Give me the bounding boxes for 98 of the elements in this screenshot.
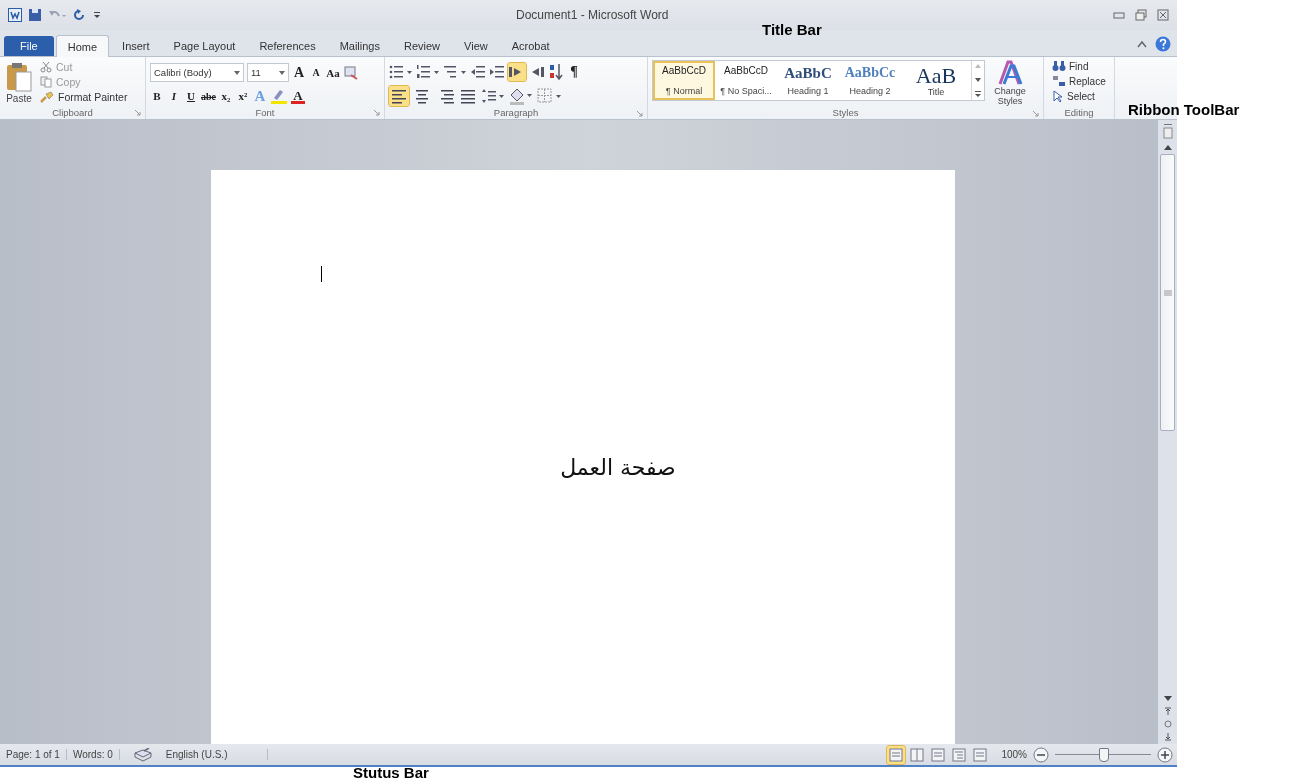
ribbon-tab[interactable]: Review <box>393 36 452 56</box>
editing-button[interactable]: Select <box>1052 90 1110 103</box>
dropdown-arrow-icon <box>279 70 285 75</box>
ribbon-tab[interactable]: Mailings <box>328 36 391 56</box>
format-button[interactable]: U <box>184 87 198 105</box>
line-spacing-icon[interactable] <box>481 88 505 104</box>
align-icon[interactable] <box>389 86 409 106</box>
group-title: Paragraph <box>493 107 539 118</box>
format-button[interactable]: B <box>150 87 164 105</box>
scissors-icon <box>40 61 52 73</box>
word-logo-icon[interactable] <box>8 8 22 22</box>
zoom-out-icon[interactable] <box>1033 746 1049 763</box>
text-cursor <box>321 266 322 282</box>
redo-icon[interactable] <box>72 8 86 22</box>
restore-icon[interactable] <box>1135 9 1147 21</box>
scroll-up-arrow-icon[interactable] <box>1162 143 1173 151</box>
shading-icon[interactable] <box>508 87 534 105</box>
dialog-launcher-icon[interactable] <box>636 110 643 117</box>
copy-icon <box>40 76 52 88</box>
minimize-icon[interactable] <box>1113 10 1125 20</box>
zoom-in-icon[interactable] <box>1157 746 1173 763</box>
annotation-label: Stutus Bar <box>353 764 429 781</box>
annotation-label: Title Bar <box>762 21 822 38</box>
multilevel-list-icon[interactable] <box>443 64 467 80</box>
change-styles-button[interactable]: Change Styles <box>989 60 1031 106</box>
language-indicator[interactable]: English (U.S.) <box>165 749 269 760</box>
group-title: Editing <box>1064 106 1094 118</box>
clear-formatting-icon[interactable] <box>343 64 359 81</box>
ribbon-tab[interactable]: Insert <box>111 36 161 56</box>
decrease-indent-icon[interactable] <box>470 64 486 80</box>
ruler-toggle-icon[interactable] <box>1161 124 1174 140</box>
format-button[interactable]: I <box>167 87 181 105</box>
previous-page-icon[interactable] <box>1162 706 1173 716</box>
style-item[interactable]: AaBbCc Heading 2 <box>839 61 901 100</box>
close-icon[interactable] <box>1157 9 1169 21</box>
vertical-scrollbar[interactable] <box>1158 120 1177 744</box>
dropdown-arrow-icon <box>234 70 240 75</box>
proofing-book-icon[interactable] <box>133 747 152 762</box>
more-icon[interactable] <box>973 89 983 99</box>
save-icon[interactable] <box>28 8 42 22</box>
annotation-label: Ribbon ToolBar <box>1128 101 1240 118</box>
replace-icon <box>1052 75 1066 87</box>
zoom-level[interactable]: 100% <box>1001 749 1027 760</box>
ribbon-tab[interactable]: View <box>453 36 499 56</box>
scroll-down-icon[interactable] <box>973 75 983 84</box>
browse-object-icon[interactable] <box>1162 719 1173 729</box>
editing-button[interactable]: Replace <box>1052 75 1110 87</box>
grow-font-button[interactable]: A <box>292 63 306 82</box>
next-page-icon[interactable] <box>1162 732 1173 742</box>
font-name-field[interactable]: Calibri (Body) <box>150 63 244 82</box>
increase-indent-icon[interactable] <box>489 64 505 80</box>
window-title: Document1 - Microsoft Word <box>515 8 670 22</box>
sort-icon[interactable] <box>548 63 564 81</box>
binoculars-icon <box>1052 60 1066 72</box>
minimize-ribbon-icon[interactable] <box>1137 40 1147 48</box>
letter-a-drawing-icon <box>997 60 1023 86</box>
document-text: صفحة العمل <box>560 455 676 480</box>
view-icon[interactable] <box>908 745 927 764</box>
left-to-right-icon[interactable] <box>508 63 526 81</box>
format-button[interactable]: x₂ <box>219 87 233 105</box>
ribbon-tab[interactable]: Acrobat <box>500 36 561 56</box>
style-item[interactable]: AaBbC Heading 1 <box>777 61 839 100</box>
zoom-slider-thumb[interactable] <box>1099 748 1109 762</box>
clipboard-item[interactable]: Format Painter <box>40 90 128 104</box>
style-item[interactable]: AaBbCcD ¶ Normal <box>653 61 715 100</box>
word-count[interactable]: Words: 0 <box>72 749 120 760</box>
style-item[interactable]: AaBbCcD ¶ No Spaci... <box>715 61 777 100</box>
scroll-down-arrow-icon[interactable] <box>1162 695 1173 703</box>
numbering-icon[interactable] <box>416 64 440 80</box>
cursor-arrow-icon <box>1052 90 1064 103</box>
ribbon-tab[interactable]: Page Layout <box>162 36 247 56</box>
font-size-field[interactable]: 11 <box>247 63 289 82</box>
ribbon-tab[interactable]: References <box>248 36 327 56</box>
bullets-icon[interactable] <box>389 64 413 80</box>
format-button[interactable]: x² <box>236 87 250 105</box>
font-color-button[interactable]: A <box>291 88 305 104</box>
style-item[interactable]: AaB Title <box>901 61 971 100</box>
group-title: Clipboard <box>52 106 93 118</box>
format-button[interactable]: abe <box>201 87 216 105</box>
clipboard-icon <box>6 62 32 92</box>
editing-button[interactable]: Find <box>1052 60 1110 72</box>
ribbon-tab[interactable]: File <box>4 36 54 56</box>
document-page[interactable]: صفحة العمل <box>211 170 955 744</box>
dialog-launcher-icon[interactable] <box>373 109 380 116</box>
dialog-launcher-icon[interactable] <box>1032 110 1039 117</box>
shrink-font-button[interactable]: A <box>309 63 323 82</box>
group-title: Font <box>255 106 275 118</box>
scroll-thumb[interactable] <box>1160 154 1175 431</box>
help-icon[interactable] <box>1155 36 1171 52</box>
page-count[interactable]: Page: 1 of 1 <box>6 749 67 760</box>
group-title: Styles <box>832 107 859 118</box>
dialog-launcher-icon[interactable] <box>134 109 141 116</box>
show-formatting-marks-button[interactable]: ¶ <box>567 63 581 81</box>
paste-button[interactable]: Paste <box>4 60 34 105</box>
highlighter-icon[interactable] <box>270 88 288 104</box>
ribbon-tab[interactable]: Home <box>55 35 110 57</box>
brush-icon <box>40 91 54 103</box>
change-case-button[interactable]: Aa <box>326 63 340 82</box>
